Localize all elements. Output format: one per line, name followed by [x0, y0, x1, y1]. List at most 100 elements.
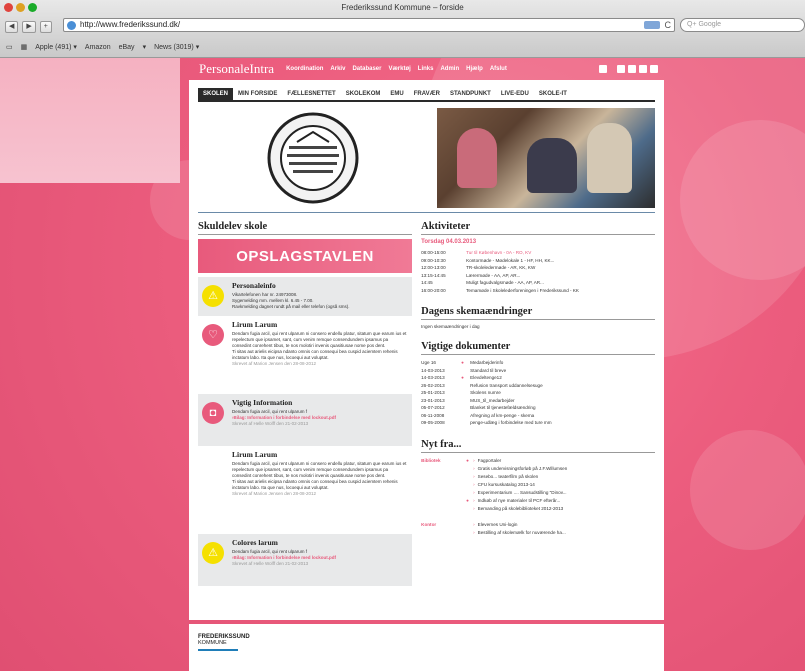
post-title[interactable]: Lirum Larum [232, 451, 408, 459]
news-link[interactable]: Sesebo... teaterfilm på skolen [478, 473, 539, 481]
document-link[interactable]: Elevdeltenge12 [470, 374, 502, 382]
post[interactable]: ♡ Lirum Larum Dendam fugia arcil, qui re… [198, 316, 413, 394]
back-button[interactable]: ◀ [5, 21, 19, 33]
forward-button[interactable]: ▶ [22, 21, 36, 33]
post-title[interactable]: Lirum Larum [232, 321, 408, 329]
activity-text[interactable]: Temamøde i Skolelederforeningen i Freder… [466, 287, 655, 295]
tab-emu[interactable]: EMU [385, 88, 408, 100]
tab-skolen[interactable]: SKOLEN [198, 88, 234, 100]
post[interactable]: Lirum Larum Dendam fugia arcil, qui rent… [198, 446, 413, 534]
news-link[interactable]: Elevernes Uni-login [478, 521, 518, 529]
activity-text[interactable]: Kontormøde - Mødelokale 1 - HF, HH, KK..… [466, 257, 655, 265]
news-row[interactable]: › CFU kursuskatalog 2013-14 [421, 481, 655, 489]
activity-text[interactable]: Muligt fagudvalgsmøde - AA, AP, AR... [466, 279, 655, 287]
search-input[interactable]: Q+ Google [680, 18, 805, 32]
topnav-item[interactable]: Admin [440, 66, 459, 72]
post[interactable]: ⚠ Personaleinfo Vikartelefonen har nr. 2… [198, 277, 413, 316]
tab-min-forside[interactable]: MIN FORSIDE [233, 88, 282, 100]
news-row[interactable]: › Experimentarium .... Sansudstilling "Di… [421, 489, 655, 497]
tab-faellesnettet[interactable]: FÆLLESNETTET [282, 88, 340, 100]
activity-row[interactable]: 16:00-20:00 Temamøde i Skolelederforening… [421, 287, 655, 295]
news-link[interactable]: Gratis undervisningsforløb på J.F.Willum… [478, 465, 568, 473]
activity-row[interactable]: 12:00-13:00 TR-skoleledermøde - AR, KK, K… [421, 264, 655, 272]
close-button[interactable] [4, 3, 13, 12]
topnav-item[interactable]: Afslut [490, 66, 507, 72]
document-link[interactable]: Afregning af km-penge - skema [470, 412, 534, 420]
rss-icon[interactable] [644, 21, 660, 29]
bookmark-apple[interactable]: Apple (491) ▾ [35, 43, 77, 51]
post[interactable]: ◘ Vigtig Information Dendam fugia arcil,… [198, 394, 413, 446]
post-title[interactable]: Vigtig Information [232, 399, 336, 407]
news-row[interactable]: › Bestilling af skolemælk for nuværende h… [421, 529, 655, 537]
news-row[interactable]: Bibliotek ● › Fagportaler [421, 457, 655, 465]
activity-row[interactable]: 08:00-15:00 Tur til København - 0A - RO, … [421, 249, 655, 257]
activity-text[interactable]: Tur til København - 0A - RO, KV [466, 249, 655, 257]
plus-icon[interactable] [599, 65, 607, 73]
news-row[interactable]: › Bemanding på skolebiblioteket 2012-2013 [421, 505, 655, 513]
document-link[interactable]: MUS_til_medarbejder [470, 397, 514, 405]
news-row[interactable]: Kontor › Elevernes Uni-login [421, 521, 655, 529]
document-row[interactable]: 23-01-2013 MUS_til_medarbejder [421, 397, 655, 405]
news-link[interactable]: Bemanding på skolebiblioteket 2012-2013 [478, 505, 564, 513]
topnav-item[interactable]: Hjælp [466, 66, 483, 72]
grid-icon[interactable]: ▦ [21, 43, 28, 51]
document-row[interactable]: 09-05-2008 penge-udlæg i forbindelse med … [421, 419, 655, 427]
topnav-item[interactable]: Links [418, 66, 434, 72]
reload-icon[interactable]: C [665, 19, 672, 31]
news-row[interactable]: ● › Indkøb af nye materialer til PCF efter… [421, 497, 655, 505]
post-title[interactable]: Personaleinfo [232, 282, 350, 290]
tab-skolekom[interactable]: SKOLEKOM [341, 88, 386, 100]
document-row[interactable]: 06-11-2008 Afregning af km-penge - skema [421, 412, 655, 420]
url-bar[interactable]: http://www.frederikssund.dk/ C [63, 18, 675, 32]
zoom-button[interactable] [28, 3, 37, 12]
facebook-icon[interactable] [639, 65, 647, 73]
minimize-button[interactable] [16, 3, 25, 12]
document-row[interactable]: 26-02-2013 Refusion transport uddannelses… [421, 382, 655, 390]
tab-skole-it[interactable]: SKOLE-IT [534, 88, 572, 100]
bookmark-news[interactable]: News (3019) ▾ [154, 43, 199, 51]
tab-live-edu[interactable]: LIVE-EDU [496, 88, 534, 100]
email-icon[interactable] [617, 65, 625, 73]
news-row[interactable]: › Sesebo... teaterfilm på skolen [421, 473, 655, 481]
topnav-item[interactable]: Arkiv [330, 66, 345, 72]
document-link[interactable]: penge-udlæg i forbindelse med ture mm [470, 419, 551, 427]
document-link[interactable]: Blanket til tjenestefældsændring [470, 404, 535, 412]
bookmark-amazon[interactable]: Amazon [85, 44, 111, 51]
activity-row[interactable]: 13:15-14:45 Lærermøde - AA, AP, AR... [421, 272, 655, 280]
activity-row[interactable]: 09:00-10:30 Kontormøde - Mødelokale 1 - H… [421, 257, 655, 265]
document-row[interactable]: 14-03-2013 Standard til breve [421, 367, 655, 375]
document-row[interactable]: Uge 16 ● Medarbejderinfo [421, 359, 655, 367]
share-icon[interactable] [628, 65, 636, 73]
news-link[interactable]: CFU kursuskatalog 2013-14 [478, 481, 535, 489]
topnav-item[interactable]: Koordination [286, 66, 323, 72]
document-link[interactable]: Skolens numre [470, 389, 501, 397]
activity-text[interactable]: Lærermøde - AA, AP, AR... [466, 272, 655, 280]
footer-logo[interactable]: FREDERIKSSUND KOMMUNE [198, 634, 655, 646]
news-link[interactable]: Fagportaler [478, 457, 502, 465]
tab-standpunkt[interactable]: STANDPUNKT [445, 88, 496, 100]
add-bookmark-button[interactable]: + [39, 21, 52, 33]
activity-text[interactable]: TR-skoleledermøde - AR, KK, KW [466, 264, 655, 272]
document-date: 25-01-2013 [421, 390, 445, 395]
document-link[interactable]: Medarbejderinfo [470, 359, 503, 367]
news-link[interactable]: Bestilling af skolemælk for nuværende ha… [478, 529, 566, 537]
twitter-icon[interactable] [650, 65, 658, 73]
bookmark-menu[interactable]: ▾ [143, 43, 147, 51]
book-icon[interactable]: ▭ [6, 43, 13, 51]
document-row[interactable]: 14-03-2013 ● Elevdeltenge12 [421, 374, 655, 382]
news-link[interactable]: Experimentarium .... Sansudstilling "Din… [478, 489, 567, 497]
bookmark-ebay[interactable]: eBay [119, 44, 135, 51]
document-row[interactable]: 05-07-2012 Blanket til tjenestefældsændri… [421, 404, 655, 412]
post-title[interactable]: Colores larum [232, 539, 336, 547]
activity-row[interactable]: 14:45 Muligt fagudvalgsmøde - AA, AP, AR.… [421, 279, 655, 287]
news-row[interactable]: › Gratis undervisningsforløb på J.F.Willu… [421, 465, 655, 473]
document-link[interactable]: Standard til breve [470, 367, 506, 375]
post[interactable]: ⚠ Colores larum Dendam fugia arcil, qui … [198, 534, 413, 586]
topnav-item[interactable]: Databaser [352, 66, 381, 72]
document-row[interactable]: 25-01-2013 Skolens numre [421, 389, 655, 397]
site-logo[interactable]: PersonaleIntra [199, 61, 274, 77]
tab-fravaer[interactable]: FRAVÆR [409, 88, 445, 100]
document-link[interactable]: Refusion transport uddannelsesuge [470, 382, 543, 390]
news-link[interactable]: Indkøb af nye materialer til PCF efterår… [478, 497, 561, 505]
topnav-item[interactable]: Værktøj [388, 66, 410, 72]
